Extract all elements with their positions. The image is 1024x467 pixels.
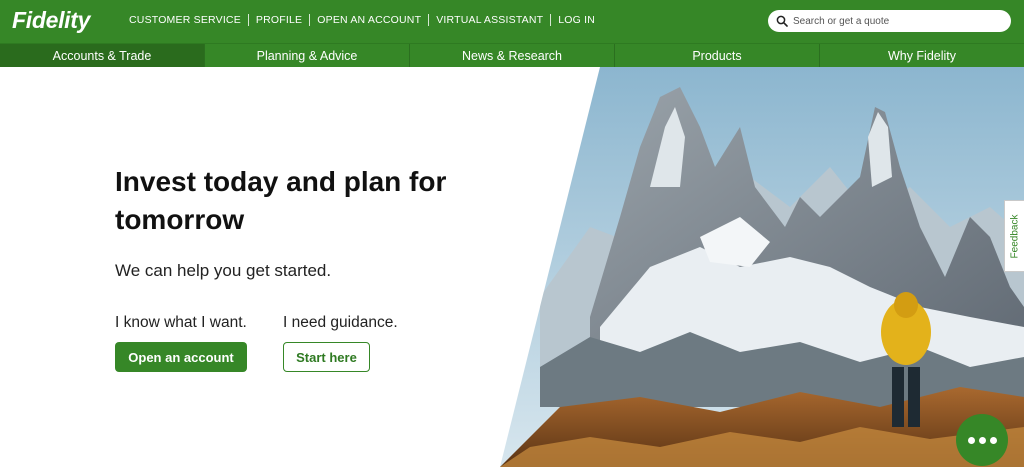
nav-accounts-trade[interactable]: Accounts & Trade [0, 44, 205, 67]
search-input[interactable] [793, 15, 1003, 27]
fidelity-logo[interactable]: Fidelity [12, 6, 90, 34]
profile-link[interactable]: PROFILE [256, 13, 302, 27]
hero-headline: Invest today and plan for tomorrow [115, 166, 447, 235]
dot [989, 436, 997, 444]
utility-nav: CUSTOMER SERVICE PROFILE OPEN AN ACCOUNT… [129, 13, 595, 27]
nav-news-research[interactable]: News & Research [410, 44, 615, 67]
divider [247, 14, 249, 26]
nav-why-fidelity[interactable]: Why Fidelity [820, 44, 1024, 67]
top-bar: Fidelity CUSTOMER SERVICE PROFILE OPEN A… [0, 0, 1024, 43]
need-guidance-label: I need guidance. [283, 314, 398, 331]
chat-dots-icon[interactable] [956, 414, 1008, 466]
divider [309, 14, 311, 26]
nav-products[interactable]: Products [615, 44, 820, 67]
main-nav: Accounts & Trade Planning & Advice News … [0, 43, 1024, 67]
feedback-tab[interactable]: Feedback [1004, 200, 1024, 272]
virtual-assistant-link[interactable]: VIRTUAL ASSISTANT [436, 13, 543, 27]
divider [428, 14, 430, 26]
nav-planning-advice[interactable]: Planning & Advice [205, 44, 410, 67]
log-in-link[interactable]: LOG IN [558, 13, 595, 27]
open-account-link[interactable]: OPEN AN ACCOUNT [317, 13, 421, 27]
customer-service-link[interactable]: CUSTOMER SERVICE [129, 13, 241, 27]
search-icon[interactable] [776, 15, 788, 27]
hero-mountain-image [500, 67, 1024, 467]
feedback-label: Feedback [1009, 214, 1021, 258]
dot [978, 436, 986, 444]
know-what-i-want-label: I know what I want. [115, 314, 247, 331]
open-account-button[interactable]: Open an account [115, 342, 247, 372]
dot [967, 436, 975, 444]
start-here-button[interactable]: Start here [283, 342, 370, 372]
divider [550, 14, 552, 26]
search-box[interactable] [768, 10, 1011, 32]
hero-subhead: We can help you get started. [115, 261, 332, 280]
